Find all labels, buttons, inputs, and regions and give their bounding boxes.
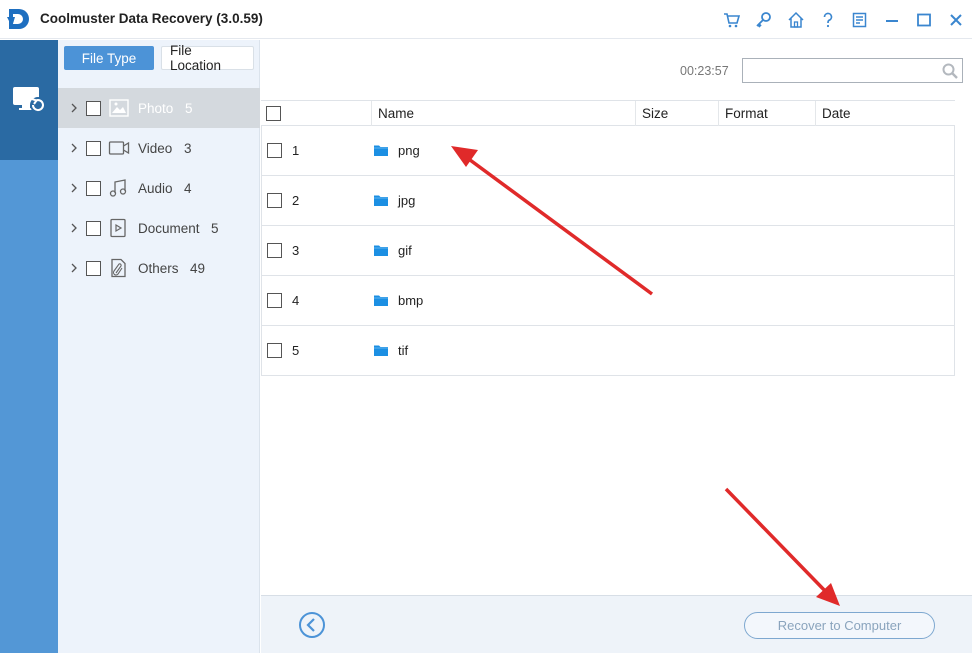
category-item-audio[interactable]: Audio 4 — [58, 168, 260, 208]
maximize-button[interactable] — [908, 4, 940, 36]
minimize-icon — [886, 19, 898, 22]
table-header: Name Size Format Date — [261, 101, 955, 126]
table-row[interactable]: 2 jpg — [261, 176, 955, 226]
row-name: png — [398, 143, 420, 158]
recovery-monitor-icon — [13, 87, 46, 113]
row-name: bmp — [398, 293, 424, 308]
back-arrow-icon[interactable] — [298, 611, 326, 639]
cart-button[interactable] — [716, 4, 748, 36]
recovery-mode-button[interactable] — [0, 40, 58, 160]
column-header-size[interactable]: Size — [635, 101, 718, 126]
bottom-bar: Recover to Computer — [261, 595, 972, 653]
category-checkbox[interactable] — [86, 100, 101, 116]
category-count: 5 — [185, 100, 193, 116]
register-button[interactable] — [748, 4, 780, 36]
video-icon — [108, 141, 130, 155]
chevron-right-icon[interactable] — [69, 223, 79, 233]
close-icon — [950, 13, 962, 26]
home-icon — [788, 11, 804, 28]
chevron-right-icon[interactable] — [69, 263, 79, 273]
row-number: 2 — [292, 193, 300, 208]
category-panel: File Type File Location Photo 5 Video 3 — [58, 40, 260, 653]
category-checkbox[interactable] — [86, 260, 101, 276]
category-count: 3 — [184, 140, 192, 156]
chevron-right-icon[interactable] — [69, 103, 79, 113]
view-tabs: File Type File Location — [64, 43, 254, 73]
side-rail — [0, 40, 58, 653]
home-button[interactable] — [780, 4, 812, 36]
folder-icon — [374, 295, 388, 306]
category-label: Document — [138, 220, 200, 236]
row-number: 3 — [292, 243, 300, 258]
document-icon — [110, 218, 126, 238]
row-number: 4 — [292, 293, 300, 308]
category-count: 4 — [184, 180, 192, 196]
app-title: Coolmuster Data Recovery (3.0.59) — [40, 11, 263, 26]
audio-icon — [109, 179, 127, 197]
app-window: Coolmuster Data Recovery (3.0.59) File T… — [0, 0, 972, 653]
feedback-button[interactable] — [844, 4, 876, 36]
column-header-format[interactable]: Format — [718, 101, 815, 126]
folder-icon — [374, 195, 388, 206]
folder-icon — [374, 245, 388, 256]
folder-icon — [374, 345, 388, 356]
title-bar: Coolmuster Data Recovery (3.0.59) — [0, 0, 972, 39]
scan-timer: 00:23:57 — [680, 64, 729, 78]
category-checkbox[interactable] — [86, 220, 101, 236]
table-row[interactable]: 1 png — [261, 126, 955, 176]
column-header-name[interactable]: Name — [371, 101, 635, 126]
row-name: jpg — [398, 193, 416, 208]
recover-to-computer-button[interactable]: Recover to Computer — [744, 612, 935, 639]
row-checkbox[interactable] — [267, 193, 282, 208]
folder-icon — [374, 145, 388, 156]
tab-file-location[interactable]: File Location — [161, 43, 254, 73]
key-icon — [756, 11, 771, 28]
table-row[interactable]: 5 tif — [261, 326, 955, 376]
category-item-others[interactable]: Others 49 — [58, 248, 260, 288]
row-number: 5 — [292, 343, 300, 358]
chevron-right-icon[interactable] — [69, 143, 79, 153]
minimize-button[interactable] — [876, 4, 908, 36]
table-row[interactable]: 3 gif — [261, 226, 955, 276]
app-logo-icon — [7, 9, 29, 29]
category-item-document[interactable]: Document 5 — [58, 208, 260, 248]
search-box[interactable] — [742, 58, 963, 83]
help-icon — [823, 12, 833, 27]
maximize-icon — [917, 13, 931, 26]
search-icon[interactable] — [941, 62, 959, 80]
main-content: 00:23:57 Name Size Format Date 1 png 2 j… — [261, 40, 972, 653]
photo-icon — [109, 99, 129, 117]
category-label: Photo — [138, 100, 174, 116]
column-header-date[interactable]: Date — [815, 101, 955, 126]
category-label: Others — [138, 260, 179, 276]
category-count: 5 — [211, 220, 219, 236]
category-checkbox[interactable] — [86, 140, 101, 156]
category-item-photo[interactable]: Photo 5 — [58, 88, 260, 128]
tab-file-type[interactable]: File Type — [64, 46, 154, 70]
row-name: gif — [398, 243, 412, 258]
row-name: tif — [398, 343, 409, 358]
table-row[interactable]: 4 bmp — [261, 276, 955, 326]
category-count: 49 — [190, 260, 206, 276]
category-item-video[interactable]: Video 3 — [58, 128, 260, 168]
row-checkbox[interactable] — [267, 293, 282, 308]
row-checkbox[interactable] — [267, 243, 282, 258]
help-button[interactable] — [812, 4, 844, 36]
feedback-icon — [852, 12, 867, 27]
category-label: Audio — [138, 180, 173, 196]
others-icon — [111, 258, 126, 278]
category-list: Photo 5 Video 3 Audio 4 Document 5 Other… — [58, 88, 260, 288]
row-checkbox[interactable] — [267, 143, 282, 158]
row-number: 1 — [292, 143, 300, 158]
select-all-checkbox[interactable] — [266, 106, 281, 121]
title-bar-actions — [716, 0, 972, 39]
cart-icon — [724, 12, 741, 27]
close-button[interactable] — [940, 4, 972, 36]
category-checkbox[interactable] — [86, 180, 101, 196]
category-label: Video — [138, 140, 173, 156]
chevron-right-icon[interactable] — [69, 183, 79, 193]
file-table: Name Size Format Date 1 png 2 jpg 3 gif … — [261, 100, 955, 376]
row-checkbox[interactable] — [267, 343, 282, 358]
